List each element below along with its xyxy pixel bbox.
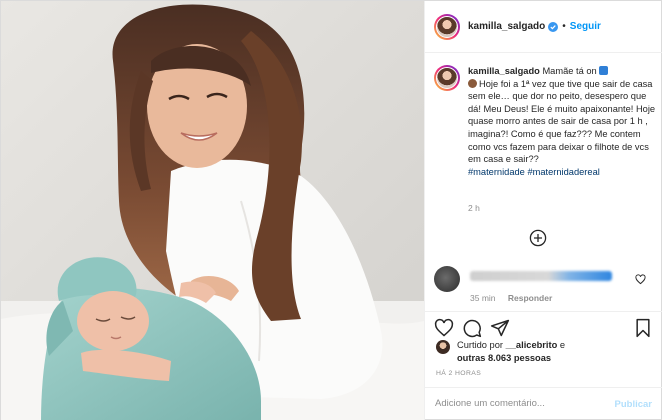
paper-plane-icon[interactable] bbox=[490, 318, 510, 338]
caption-body: Hoje foi a 1ª vez que tive que sair de c… bbox=[468, 78, 656, 165]
hashtag-link[interactable]: #maternidade bbox=[468, 167, 525, 177]
blurred-comment-text bbox=[470, 271, 612, 281]
header-separator: • bbox=[562, 21, 566, 32]
comment-meta: 35 min Responder bbox=[470, 293, 552, 303]
likes-summary: Curtido por __alicebrito e outras 8.063 … bbox=[436, 339, 565, 364]
verified-badge-icon bbox=[548, 21, 559, 32]
caption-first-line: Mamãe tá on bbox=[542, 66, 597, 76]
post-caption: kamilla_salgado Mamãe tá on Hoje foi a 1… bbox=[434, 65, 658, 178]
heart-icon[interactable] bbox=[635, 274, 646, 285]
reply-button[interactable]: Responder bbox=[508, 293, 552, 303]
bookmark-icon[interactable] bbox=[633, 318, 653, 338]
comment-time: 35 min bbox=[470, 293, 496, 303]
add-comment-bar: Publicar bbox=[425, 387, 662, 420]
hashtag-link[interactable]: #maternidadereal bbox=[527, 167, 599, 177]
follow-button[interactable]: Seguir bbox=[570, 21, 601, 32]
emoji-icon bbox=[599, 66, 609, 75]
likes-count-link[interactable]: outras 8.063 pessoas bbox=[457, 353, 551, 363]
author-avatar[interactable] bbox=[434, 13, 460, 40]
post-photo[interactable] bbox=[1, 1, 424, 420]
caption-text: kamilla_salgado Mamãe tá on Hoje foi a 1… bbox=[468, 65, 658, 178]
comment-bubble-icon[interactable] bbox=[462, 318, 482, 338]
publish-button[interactable]: Publicar bbox=[615, 399, 653, 410]
likes-prefix: Curtido por bbox=[457, 340, 503, 350]
caption-author-avatar[interactable] bbox=[434, 65, 460, 91]
comment-input[interactable] bbox=[435, 398, 595, 409]
commenter-avatar[interactable] bbox=[434, 266, 460, 292]
post-header: kamilla_salgado • Seguir bbox=[425, 1, 662, 53]
mother-and-newborn-photo bbox=[1, 1, 424, 420]
plus-circle-icon[interactable] bbox=[529, 229, 547, 247]
caption-timestamp: 2 h bbox=[468, 203, 480, 213]
liker-avatar[interactable] bbox=[436, 340, 450, 354]
caption-username[interactable]: kamilla_salgado bbox=[468, 66, 540, 76]
emoji-woman-icon bbox=[468, 78, 477, 88]
post-time-ago: HÁ 2 HORAS bbox=[436, 370, 482, 377]
post-side-panel: kamilla_salgado • Seguir kamilla_salgado… bbox=[424, 1, 662, 420]
likes-connector: e bbox=[559, 340, 566, 350]
instagram-post: kamilla_salgado • Seguir kamilla_salgado… bbox=[0, 0, 662, 420]
author-username[interactable]: kamilla_salgado bbox=[468, 21, 545, 32]
liker-username[interactable]: __alicebrito bbox=[506, 340, 558, 350]
heart-icon[interactable] bbox=[434, 318, 454, 338]
likes-text: Curtido por __alicebrito e outras 8.063 … bbox=[457, 339, 565, 364]
comment-item: 35 min Responder bbox=[434, 266, 658, 306]
